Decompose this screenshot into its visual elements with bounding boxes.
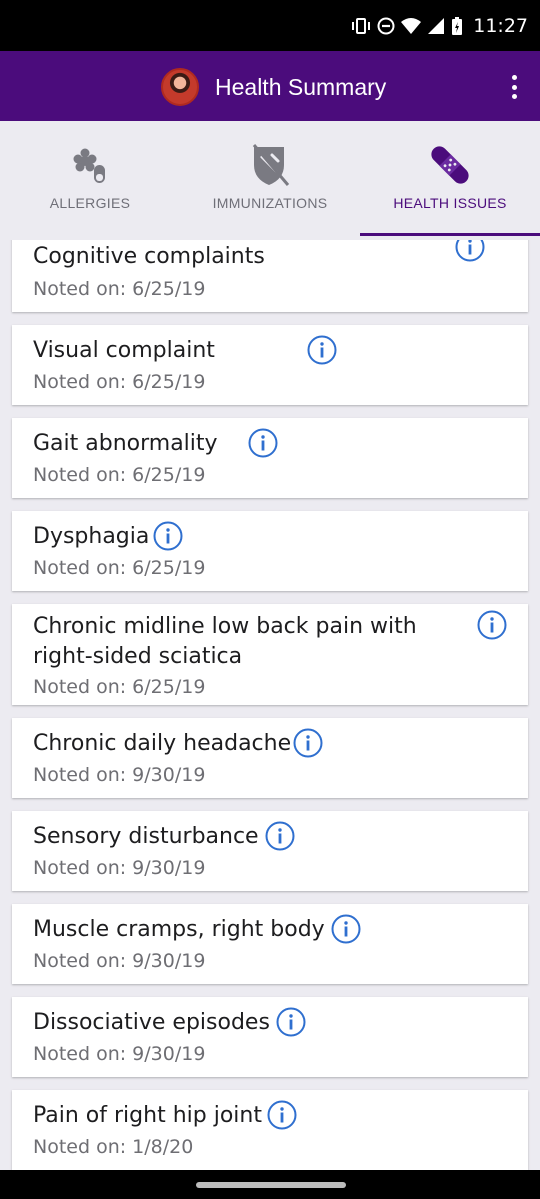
issue-date: Noted on: 9/30/19 [33, 764, 206, 786]
immunizations-icon [250, 144, 290, 186]
active-tab-indicator [360, 233, 540, 236]
info-icon[interactable] [265, 821, 295, 851]
page-title: Health Summary [215, 73, 387, 100]
status-bar: 11:27 [0, 0, 540, 51]
issue-title: Chronic daily headache [33, 731, 292, 756]
issue-date: Noted on: 6/25/19 [33, 557, 206, 579]
info-icon[interactable] [477, 610, 507, 640]
info-icon[interactable] [276, 1007, 306, 1037]
issue-title: Gait abnormality [33, 431, 218, 456]
tab-bar: ALLERGIES IMMUNIZATIONS HEALTH ISSUES [0, 121, 540, 237]
list-item[interactable]: Chronic daily headache Noted on: 9/30/19 [12, 718, 528, 798]
issue-title: Sensory disturbance [33, 824, 259, 849]
signal-icon [428, 17, 445, 34]
status-icons: 11:27 [351, 0, 528, 51]
more-options-button[interactable] [502, 73, 526, 101]
issue-date: Noted on: 9/30/19 [33, 1043, 206, 1065]
allergies-icon [70, 145, 110, 185]
list-item[interactable]: Gait abnormality Noted on: 6/25/19 [12, 418, 528, 498]
tab-label: HEALTH ISSUES [393, 195, 507, 211]
system-nav-bar [0, 1170, 540, 1199]
bandage-icon [429, 145, 471, 185]
issue-date: Noted on: 6/25/19 [33, 371, 206, 393]
more-vert-icon [511, 75, 517, 80]
status-time: 11:27 [473, 14, 528, 37]
issue-title: Pain of right hip joint [33, 1103, 262, 1128]
info-icon[interactable] [153, 521, 183, 551]
app-bar: Health Summary [0, 51, 540, 121]
home-gesture-handle[interactable] [196, 1182, 346, 1188]
more-vert-dot [511, 84, 517, 90]
issue-title: Cognitive complaints [33, 244, 265, 269]
issue-date: Noted on: 6/25/19 [33, 278, 206, 300]
info-icon[interactable] [293, 728, 323, 758]
app-title-group: Health Summary [161, 67, 386, 107]
list-item[interactable]: Pain of right hip joint Noted on: 1/8/20 [12, 1090, 528, 1170]
do-not-disturb-icon [377, 17, 395, 34]
health-issues-list[interactable]: Cognitive complaints Noted on: 6/25/19 V… [0, 240, 540, 1170]
issue-date: Noted on: 9/30/19 [33, 950, 206, 972]
battery-charging-icon [452, 16, 463, 35]
issue-date: Noted on: 1/8/20 [33, 1136, 194, 1158]
info-icon[interactable] [248, 428, 278, 458]
issue-title: Muscle cramps, right body [33, 917, 325, 942]
issue-title: Dissociative episodes [33, 1010, 270, 1035]
list-item[interactable]: Visual complaint Noted on: 6/25/19 [12, 325, 528, 405]
info-icon[interactable] [267, 1100, 297, 1130]
issue-title-line-1: Chronic midline low back pain with [33, 614, 417, 639]
issue-title: Visual complaint [33, 338, 215, 363]
tab-health-issues[interactable]: HEALTH ISSUES [360, 121, 540, 237]
list-item[interactable]: Cognitive complaints Noted on: 6/25/19 [12, 240, 528, 312]
issue-date: Noted on: 9/30/19 [33, 857, 206, 879]
tab-label: ALLERGIES [49, 195, 131, 211]
issue-date: Noted on: 6/25/19 [33, 464, 206, 486]
info-icon[interactable] [331, 914, 361, 944]
wifi-icon [401, 17, 422, 34]
issue-title-line-2: right-sided sciatica [33, 644, 243, 669]
info-icon[interactable] [455, 240, 485, 262]
info-icon[interactable] [307, 335, 337, 365]
issue-title: Dysphagia [33, 524, 150, 549]
tab-allergies[interactable]: ALLERGIES [0, 121, 180, 237]
list-item[interactable]: Chronic midline low back pain with right… [12, 604, 528, 705]
tab-immunizations[interactable]: IMMUNIZATIONS [180, 121, 360, 237]
list-item[interactable]: Sensory disturbance Noted on: 9/30/19 [12, 811, 528, 891]
list-item[interactable]: Dissociative episodes Noted on: 9/30/19 [12, 997, 528, 1077]
avatar[interactable] [161, 68, 199, 106]
tab-label: IMMUNIZATIONS [212, 195, 328, 211]
list-item[interactable]: Muscle cramps, right body Noted on: 9/30… [12, 904, 528, 984]
list-item[interactable]: Dysphagia Noted on: 6/25/19 [12, 511, 528, 591]
issue-date: Noted on: 6/25/19 [33, 676, 206, 698]
more-vert-dot [511, 94, 517, 99]
vibrate-icon [352, 17, 371, 34]
